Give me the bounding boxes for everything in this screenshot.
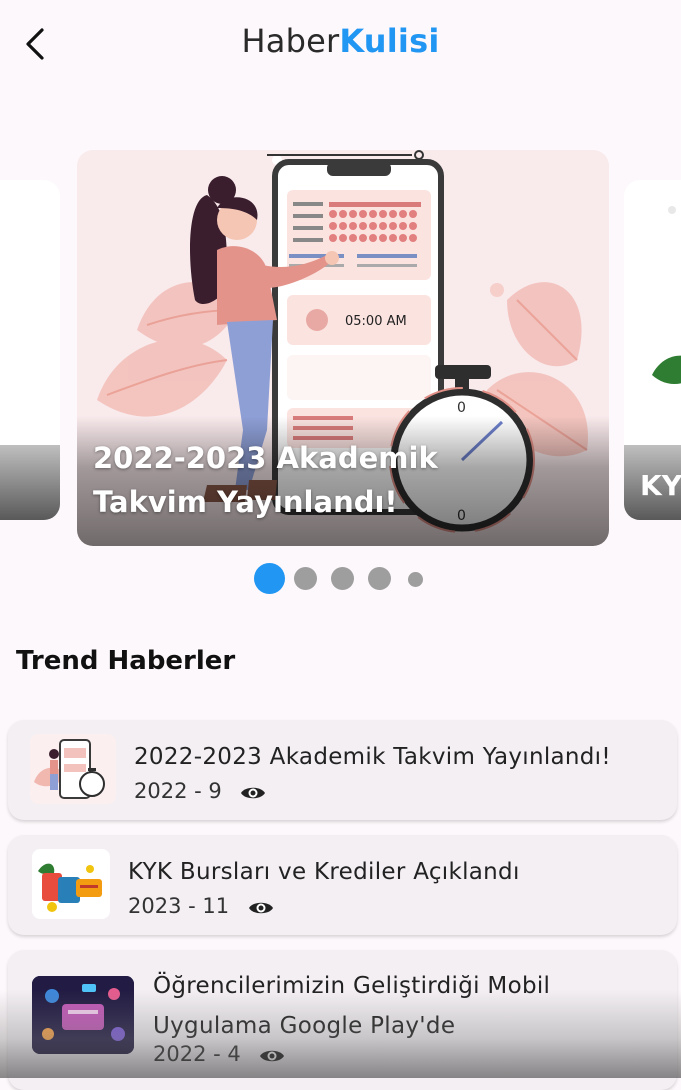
prev-card-overlay [0,445,60,520]
news-view-count: 9 [208,779,222,803]
illustration-clock-label: 05:00 AM [345,314,407,329]
news-title: 2022-2023 Akademik Takvim Yayınlandı! [134,744,611,770]
news-view-count: 11 [202,894,230,918]
carousel-card-title: 2022-2023 Akademik Takvim Yayınlandı! [93,441,438,519]
next-card-title: KY [640,469,681,502]
eye-icon [248,902,273,914]
news-thumbnail [30,734,116,804]
news-carousel[interactable]: 05:00 AM 0 0 2022-20 [0,150,681,550]
news-meta: 2022 - 4 [153,1042,285,1066]
news-year: 2022 [134,779,188,803]
news-list-item[interactable]: Öğrencilerimizin Geliştirdiği Mobil Uygu… [8,950,677,1090]
indicator-dot[interactable] [294,567,317,590]
indicator-dot-active[interactable] [254,563,285,594]
news-list-item[interactable]: 2022-2023 Akademik Takvim Yayınlandı! 20… [8,720,677,820]
news-title: KYK Bursları ve Krediler Açıklandı [128,859,520,885]
news-thumbnail [32,849,110,919]
carousel-next-card[interactable]: KY [624,180,681,520]
carousel-prev-card[interactable] [0,180,60,520]
eye-icon [260,1050,285,1062]
news-year: 2023 [128,894,182,918]
app-title-part2: Kulisi [339,22,440,60]
app-title: HaberKulisi [0,22,681,60]
indicator-dot[interactable] [368,567,391,590]
app-title-part1: Haber [241,22,340,60]
trending-news-heading: Trend Haberler [16,646,236,676]
svg-text:0: 0 [457,400,466,416]
news-meta: 2023 - 11 [128,894,274,918]
eye-icon [241,787,266,799]
news-meta: 2022 - 9 [134,779,266,803]
indicator-dot[interactable] [331,567,354,590]
news-thumbnail [32,976,134,1054]
carousel-page-indicator [0,563,681,595]
news-title: Öğrencilerimizin Geliştirdiği Mobil Uygu… [153,973,551,1039]
app-bar: HaberKulisi [0,0,681,90]
indicator-dot[interactable] [408,572,423,587]
carousel-current-card[interactable]: 05:00 AM 0 0 2022-20 [77,150,609,546]
meta-separator: - [187,779,209,803]
meta-separator: - [206,1042,228,1066]
news-list-item[interactable]: KYK Bursları ve Krediler Açıklandı 2023 … [8,835,677,935]
news-year: 2022 [153,1042,207,1066]
news-view-count: 4 [227,1042,241,1066]
meta-separator: - [181,894,203,918]
